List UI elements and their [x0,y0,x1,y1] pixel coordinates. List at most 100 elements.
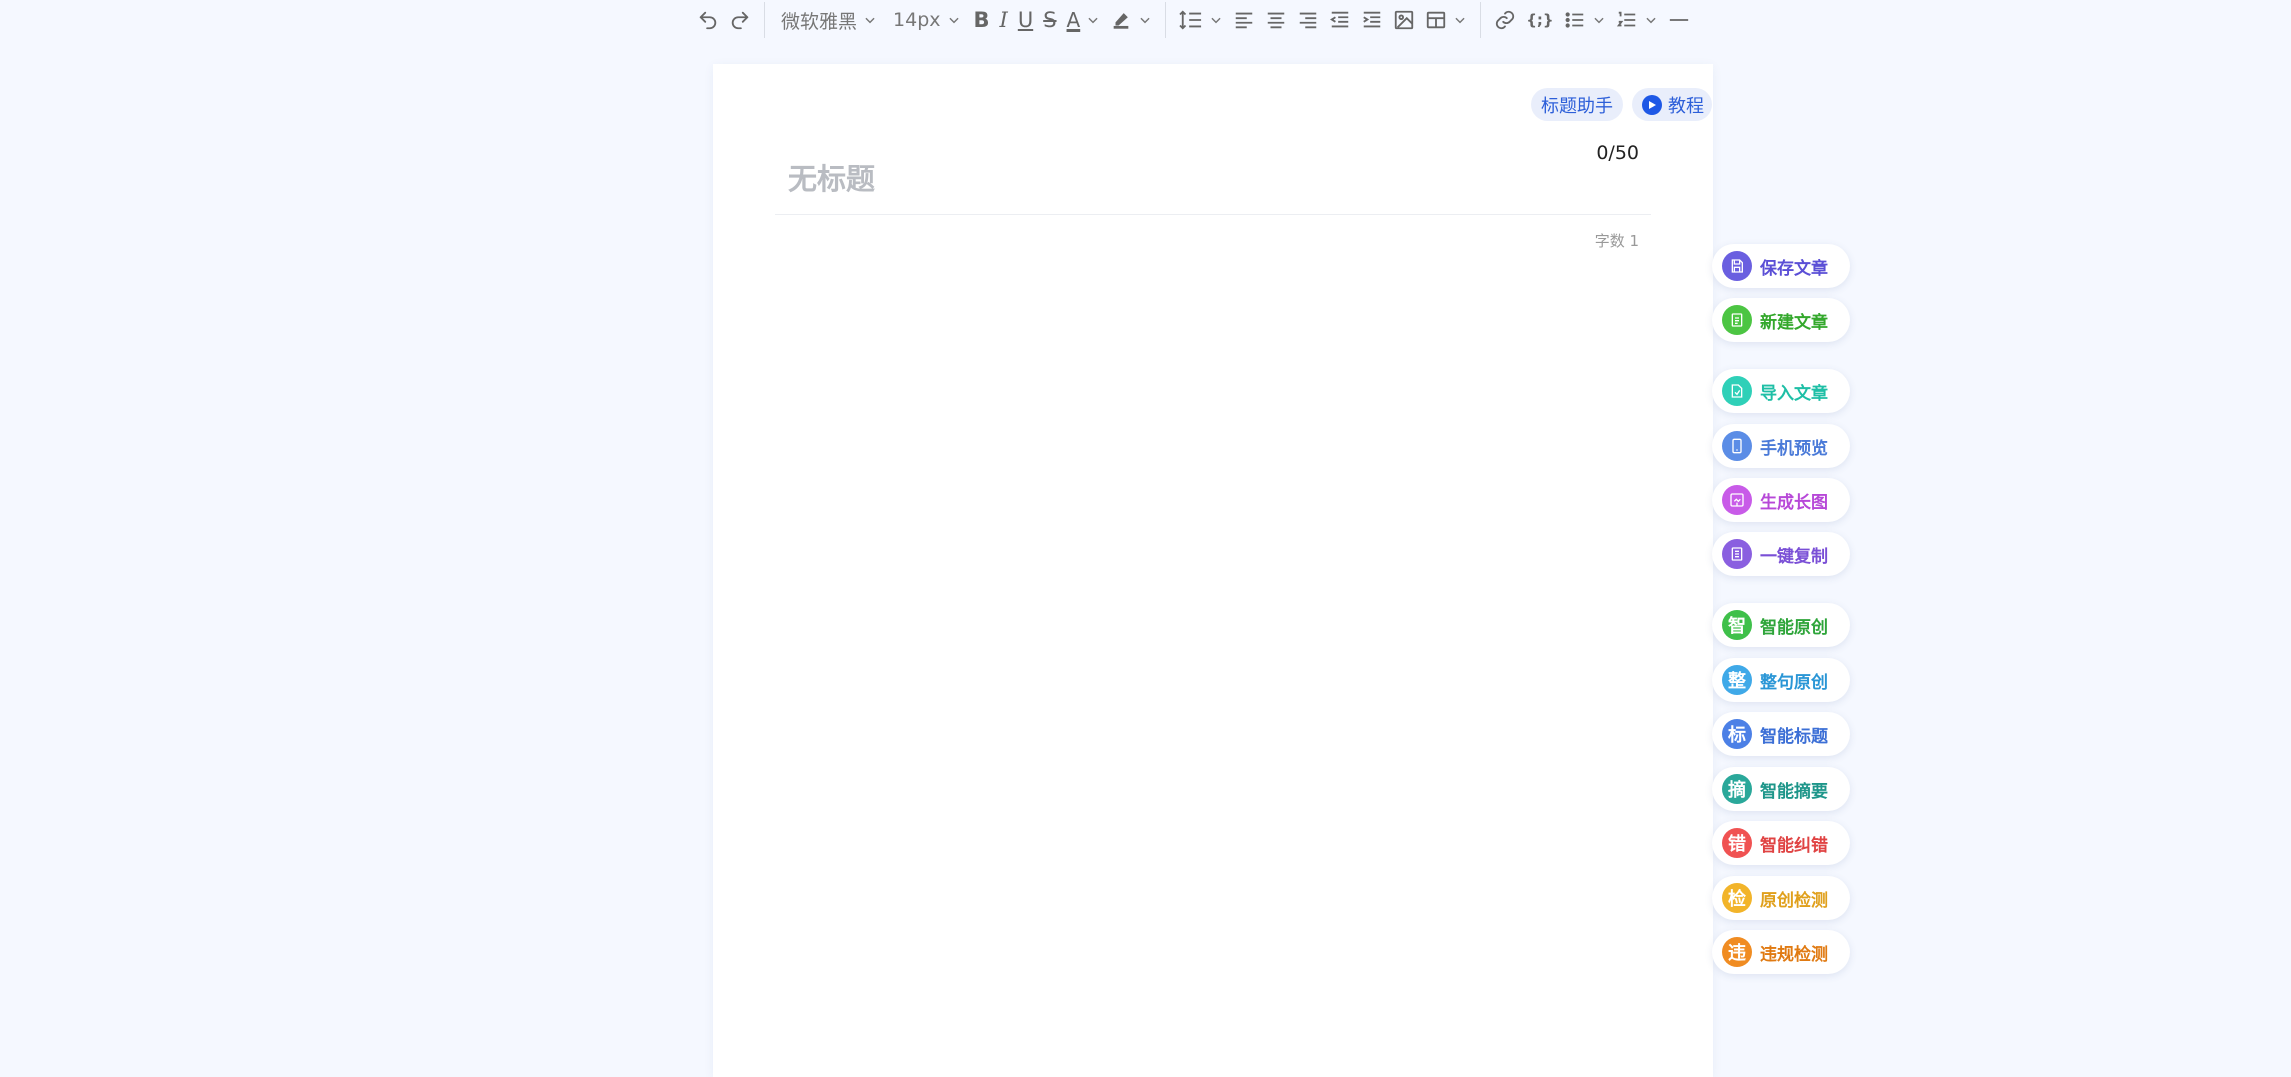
mobile-preview-button[interactable]: 手机预览 [1712,424,1850,468]
title-divider [775,214,1651,215]
font-size-select[interactable]: 14px [885,0,968,40]
mobile-preview-label: 手机预览 [1760,438,1828,459]
copy-all-button[interactable]: 一键复制 [1712,532,1850,576]
violation-check-button[interactable]: 违违规检测 [1712,930,1850,974]
sentence-original-label: 整句原创 [1760,672,1828,693]
chevron-down-icon [1211,17,1221,24]
outdent-icon [1330,11,1349,28]
copy-icon [1722,539,1752,569]
image-icon [1722,485,1752,515]
zhi-icon: 智 [1722,610,1752,640]
smart-summary-button[interactable]: 摘智能摘要 [1712,767,1850,811]
italic-button[interactable]: I [995,0,1013,40]
line-height-button[interactable] [1174,0,1228,40]
align-center-button[interactable] [1260,0,1292,40]
new-article-label: 新建文章 [1760,312,1828,333]
align-right-icon [1299,12,1317,29]
insert-image-button[interactable] [1388,0,1420,40]
chevron-down-icon [1645,17,1656,24]
cuo-icon: 错 [1722,828,1752,858]
smart-summary-label: 智能摘要 [1760,781,1828,802]
save-article-button[interactable]: 保存文章 [1712,244,1850,288]
link-icon [1496,10,1515,30]
bullet-list-button[interactable] [1559,0,1611,40]
toolbar-divider [1165,2,1167,38]
violation-check-label: 违规检测 [1760,944,1828,965]
image-icon [1395,10,1414,30]
toolbar-divider [764,2,765,38]
originality-check-label: 原创检测 [1760,890,1828,911]
insert-table-button[interactable] [1420,0,1472,40]
chevron-down-icon [1088,17,1098,24]
smart-correct-label: 智能纠错 [1760,835,1828,856]
table-icon [1427,11,1446,29]
chevron-down-icon [865,17,875,24]
tutorial-label: 教程 [1668,95,1704,117]
word-count: 字数 1 [1594,232,1639,250]
sentence-original-button[interactable]: 整整句原创 [1712,658,1850,702]
long-image-button[interactable]: 生成长图 [1712,478,1850,522]
editor-paper: 标题助手 教程 0/50 字数 1 [713,64,1713,1077]
align-left-icon [1235,12,1253,29]
play-icon [1642,94,1662,115]
editor-toolbar: 微软雅黑 14px B I U S A {;} [692,0,1695,40]
chevron-down-icon [1140,17,1150,24]
undo-icon [699,11,717,30]
undo-button[interactable] [692,0,724,40]
outdent-button[interactable] [1324,0,1356,40]
smart-original-label: 智能原创 [1760,617,1828,638]
save-article-label: 保存文章 [1760,258,1828,279]
tutorial-button[interactable]: 教程 [1632,88,1712,121]
highlight-button[interactable] [1105,0,1157,40]
horizontal-rule-icon [1669,19,1688,21]
import-icon [1722,376,1752,406]
new-doc-icon [1722,305,1752,335]
align-right-button[interactable] [1292,0,1324,40]
long-image-label: 生成长图 [1760,492,1828,513]
indent-icon [1363,11,1381,28]
bold-button[interactable]: B [969,0,995,40]
chevron-down-icon [948,17,959,24]
ordered-list-button[interactable] [1611,0,1663,40]
font-color-button[interactable]: A [1062,0,1106,40]
horizontal-rule-button[interactable] [1663,0,1695,40]
font-family-value: 微软雅黑 [781,10,858,33]
toolbar-divider [1480,2,1482,38]
jian-icon: 检 [1722,883,1752,913]
new-article-button[interactable]: 新建文章 [1712,298,1850,342]
phone-icon [1722,431,1752,461]
font-color-icon: A [1066,8,1081,32]
smart-original-button[interactable]: 智智能原创 [1712,603,1850,647]
code-button[interactable]: {;} [1521,0,1558,40]
title-input[interactable] [788,144,1548,214]
smart-title-label: 智能标题 [1760,726,1828,747]
smart-correct-button[interactable]: 错智能纠错 [1712,821,1850,865]
redo-button[interactable] [724,0,756,40]
font-family-select[interactable]: 微软雅黑 [773,0,885,40]
bullet-list-icon [1565,12,1583,28]
align-left-button[interactable] [1228,0,1260,40]
import-article-label: 导入文章 [1760,383,1828,404]
biao-icon: 标 [1722,719,1752,749]
indent-button[interactable] [1356,0,1388,40]
redo-icon [731,11,749,30]
insert-link-button[interactable] [1489,0,1521,40]
font-size-value: 14px [893,9,941,31]
zheng-icon: 整 [1722,665,1752,695]
wei-icon: 违 [1722,937,1752,967]
copy-all-label: 一键复制 [1760,546,1828,567]
align-center-icon [1267,12,1285,29]
originality-check-button[interactable]: 检原创检测 [1712,876,1850,920]
line-height-icon [1179,10,1202,30]
chevron-down-icon [1593,17,1604,24]
smart-title-button[interactable]: 标智能标题 [1712,712,1850,756]
title-char-count: 0/50 [1596,142,1639,164]
zhai-icon: 摘 [1722,774,1752,804]
chevron-down-icon [1455,17,1465,24]
import-article-button[interactable]: 导入文章 [1712,369,1850,413]
strikethrough-button[interactable]: S [1038,0,1061,40]
ordered-list-icon [1616,11,1635,27]
highlighter-icon [1113,13,1129,29]
title-helper-button[interactable]: 标题助手 [1531,88,1623,121]
underline-button[interactable]: U [1013,0,1038,40]
